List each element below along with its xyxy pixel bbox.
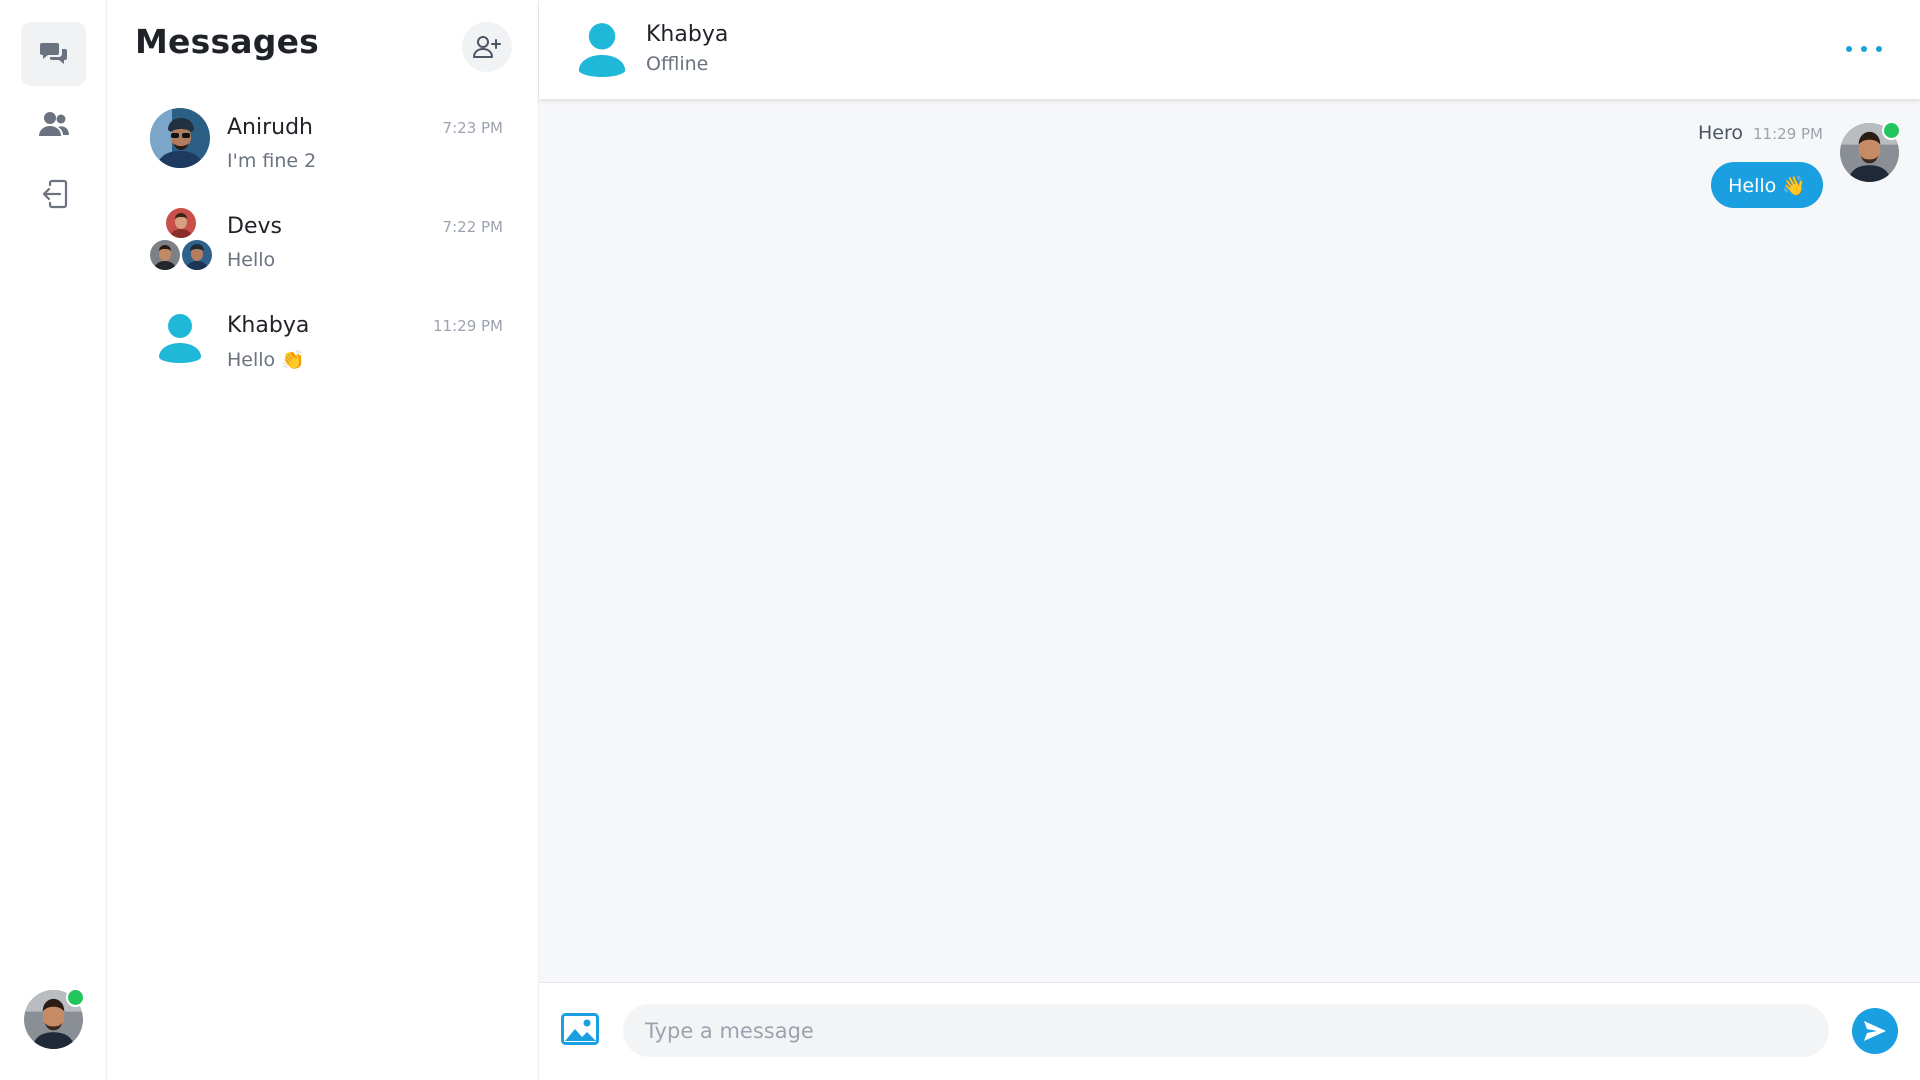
attach-image-button[interactable] <box>561 1013 599 1045</box>
image-icon <box>561 1013 599 1045</box>
ellipsis-icon <box>1861 46 1867 52</box>
users-icon <box>38 112 69 136</box>
chat-peer-status: Offline <box>646 53 709 75</box>
group-member-avatar <box>166 208 196 238</box>
group-member-avatar <box>182 240 212 270</box>
avatar <box>150 108 210 168</box>
app-window: Messages Anirudh I'm fine 2 7:23 PM Devs… <box>0 0 1920 1080</box>
conversation-name: Anirudh <box>227 115 314 140</box>
message-composer <box>539 982 1920 1080</box>
message-sender: Hero <box>1697 122 1743 144</box>
conversation-time: 11:29 PM <box>433 317 503 335</box>
user-plus-icon <box>473 36 501 58</box>
conversation-item-devs[interactable]: Devs Hello 7:22 PM <box>107 206 539 302</box>
ellipsis-icon <box>1846 46 1852 52</box>
send-icon <box>1864 1021 1886 1041</box>
conversation-time: 7:22 PM <box>442 218 503 236</box>
message-text: Hello 👋 <box>1728 174 1806 197</box>
online-indicator <box>66 988 85 1007</box>
message-time: 11:29 PM <box>1753 125 1823 143</box>
logout-icon <box>42 179 67 209</box>
person-placeholder-icon <box>159 314 201 363</box>
nav-logout-button[interactable] <box>21 162 86 226</box>
nav-chats-button[interactable] <box>21 22 86 86</box>
person-placeholder-icon <box>578 23 626 77</box>
chat-peer-name: Khabya <box>646 22 729 47</box>
message-meta: Hero 11:29 PM <box>1698 122 1823 144</box>
chat-panel: Khabya Offline Hero 11:29 PM Hello 👋 <box>539 0 1920 1080</box>
add-contact-button[interactable] <box>462 22 512 72</box>
group-member-avatar <box>150 240 180 270</box>
conversation-name: Devs <box>227 214 282 239</box>
group-avatar <box>150 208 212 270</box>
page-title: Messages <box>135 22 320 61</box>
conversation-item-khabya[interactable]: Khabya Hello 👏 11:29 PM <box>107 305 539 401</box>
message-list: Hero 11:29 PM Hello 👋 <box>539 99 1920 982</box>
conversation-preview: Hello 👏 <box>227 349 305 371</box>
more-options-button[interactable] <box>1846 34 1882 64</box>
conversation-preview: Hello <box>227 249 276 271</box>
ellipsis-icon <box>1876 46 1882 52</box>
conversation-preview: I'm fine 2 <box>227 150 317 172</box>
message-input[interactable] <box>623 1004 1829 1057</box>
nav-contacts-button[interactable] <box>21 92 86 156</box>
nav-rail <box>0 0 107 1080</box>
message-bubble: Hello 👋 <box>1711 162 1823 208</box>
send-button[interactable] <box>1852 1008 1898 1054</box>
current-user-avatar[interactable] <box>24 988 85 1049</box>
chat-header: Khabya Offline <box>539 0 1920 99</box>
conversation-list-panel: Messages Anirudh I'm fine 2 7:23 PM Devs… <box>107 0 539 1080</box>
chat-bubbles-icon <box>39 43 67 64</box>
online-indicator <box>1882 121 1901 140</box>
conversation-name: Khabya <box>227 313 310 338</box>
conversation-time: 7:23 PM <box>442 119 503 137</box>
message-sender-avatar <box>1840 121 1901 182</box>
conversation-item-anirudh[interactable]: Anirudh I'm fine 2 7:23 PM <box>107 107 539 203</box>
